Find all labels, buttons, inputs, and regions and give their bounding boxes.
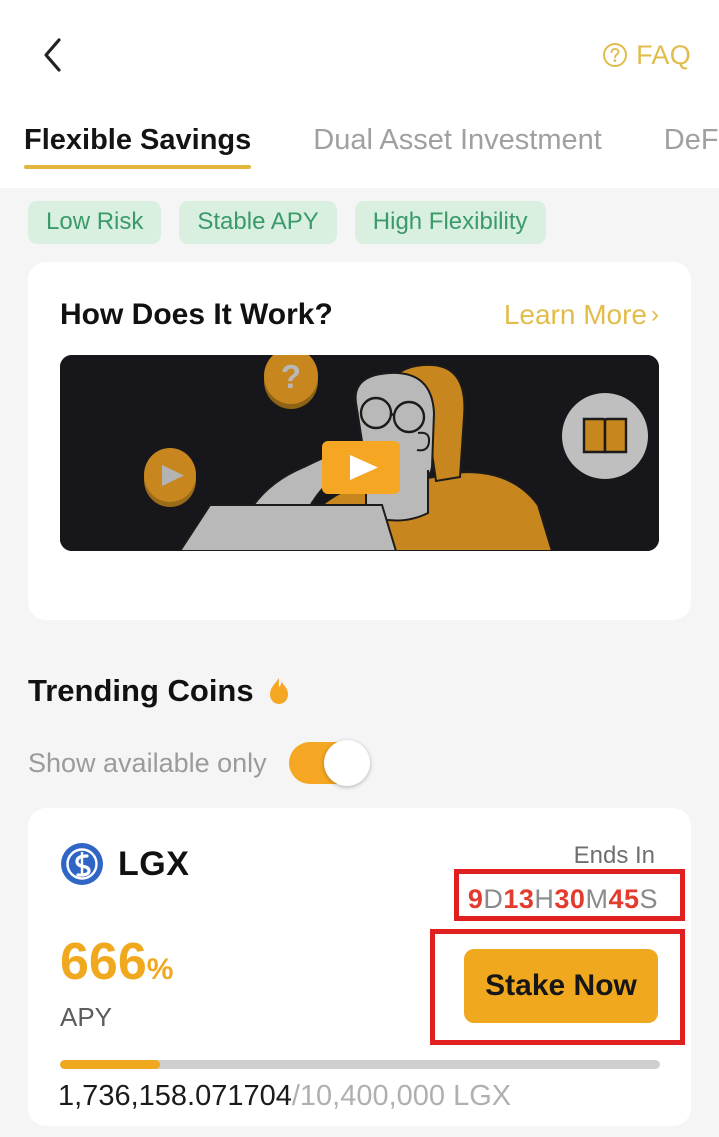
countdown-days-unit: D — [483, 884, 504, 914]
learn-more-link[interactable]: Learn More › — [504, 299, 659, 331]
active-tab-indicator — [24, 165, 252, 169]
apy-value: 666% — [60, 936, 173, 988]
countdown-timer: 9D13H30M45S — [468, 884, 658, 915]
show-available-only-row: Show available only — [28, 740, 370, 786]
top-header: FAQ — [0, 0, 719, 110]
faq-label: FAQ — [636, 39, 691, 70]
show-available-only-toggle[interactable] — [288, 740, 370, 786]
countdown-hours-unit: H — [534, 884, 555, 914]
tab-label: Flexible Savings — [24, 124, 252, 156]
apy-percent-sign: % — [146, 953, 174, 986]
countdown-minutes: 30 — [554, 884, 586, 914]
countdown-hours: 13 — [503, 884, 535, 914]
coin-identity: LGX — [60, 842, 189, 886]
countdown-seconds: 45 — [608, 884, 640, 914]
ends-in-label: Ends In — [573, 842, 655, 869]
flame-icon — [268, 677, 290, 705]
feature-pill-group: Low Risk Stable APY High Flexibility — [28, 201, 546, 244]
tab-label: Dual Asset Investment — [313, 124, 602, 156]
staking-progress-fill — [60, 1060, 161, 1069]
tab-dual-asset-investment[interactable]: Dual Asset Investment — [313, 110, 602, 157]
pill-low-risk: Low Risk — [28, 201, 162, 244]
amount-current: 1,736,158.071704 — [58, 1080, 292, 1112]
how-card-title: How Does It Work? — [60, 298, 333, 331]
chevron-left-icon — [41, 36, 63, 74]
app-screen: FAQ Flexible Savings Dual Asset Investme… — [0, 0, 719, 1137]
countdown-seconds-unit: S — [639, 884, 658, 914]
play-button-icon — [322, 441, 400, 494]
how-card-header: How Does It Work? Learn More › — [28, 262, 691, 332]
apy-label: APY — [60, 1002, 113, 1032]
toggle-knob — [323, 740, 370, 786]
tab-label: DeFi Mining — [663, 124, 719, 156]
lgx-coin-icon — [60, 842, 104, 886]
countdown-days: 9 — [467, 884, 484, 914]
amount-total: /10,400,000 LGX — [291, 1080, 512, 1112]
learn-more-label: Learn More — [503, 299, 647, 330]
book-icon — [562, 393, 648, 479]
tab-defi-mining[interactable]: DeFi Mining — [664, 110, 719, 157]
show-available-only-label: Show available only — [28, 747, 267, 778]
trending-coins-label: Trending Coins — [28, 673, 254, 708]
how-does-it-work-card: How Does It Work? Learn More › ? — [28, 262, 691, 620]
chevron-right-icon: › — [651, 301, 659, 328]
stake-now-button[interactable]: Stake Now — [464, 949, 658, 1023]
trending-coins-heading: Trending Coins — [28, 673, 290, 709]
question-coin-icon: ? — [264, 355, 318, 409]
coin-play-icon — [144, 448, 196, 507]
countdown-minutes-unit: M — [585, 884, 609, 914]
svg-text:?: ? — [281, 358, 301, 395]
faq-button[interactable]: FAQ — [602, 40, 691, 71]
video-thumbnail[interactable]: ? — [60, 355, 659, 551]
pill-high-flexibility: High Flexibility — [354, 201, 546, 244]
question-circle-icon — [602, 42, 628, 68]
pill-stable-apy: Stable APY — [179, 201, 337, 244]
video-illustration: ? — [60, 355, 659, 551]
back-button[interactable] — [30, 33, 74, 77]
tab-flexible-savings[interactable]: Flexible Savings — [24, 110, 252, 169]
staking-amounts: 1,736,158.071704/10,400,000 LGX — [58, 1080, 511, 1113]
tab-bar: Flexible Savings Dual Asset Investment D… — [0, 110, 719, 188]
apy-number: 666 — [60, 933, 147, 991]
coin-symbol: LGX — [118, 844, 190, 883]
staking-progress-bar — [60, 1060, 660, 1069]
